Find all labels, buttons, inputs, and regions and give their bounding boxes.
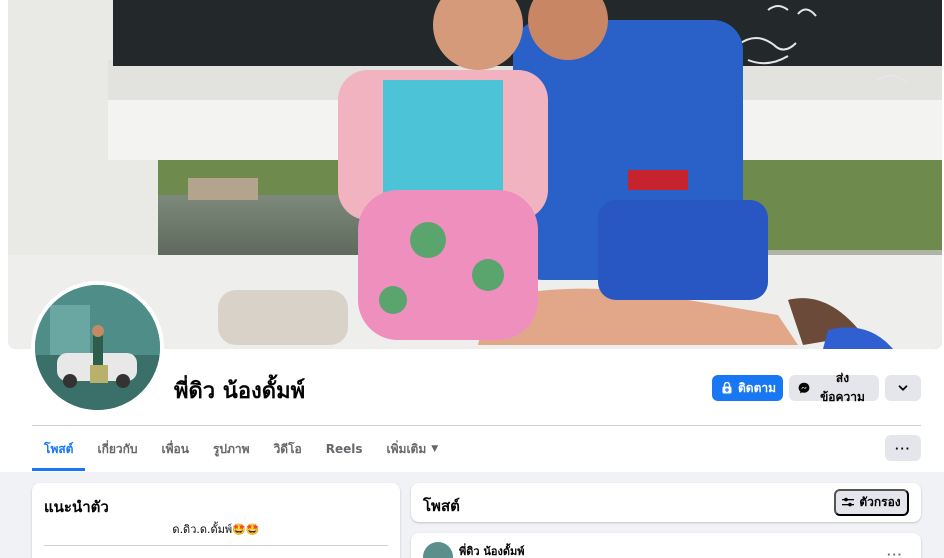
tab-videos[interactable]: วิดีโอ bbox=[262, 427, 314, 471]
follow-button[interactable]: ติดตาม bbox=[712, 375, 783, 401]
intro-divider bbox=[44, 545, 388, 546]
tab-videos-label: วิดีโอ bbox=[273, 441, 302, 456]
profile-header: พี่ดิว น้องดั้มพ์ ติดตาม ส่งข้อความ โพสต… bbox=[0, 0, 944, 472]
profile-name: พี่ดิว น้องดั้มพ์ bbox=[174, 379, 306, 404]
tabs-more-options-button[interactable]: ··· bbox=[885, 435, 921, 461]
cover-photo[interactable] bbox=[8, 0, 942, 349]
tab-posts[interactable]: โพสต์ bbox=[32, 427, 86, 471]
tab-about[interactable]: เกี่ยวกับ bbox=[85, 427, 149, 471]
profile-tabs: โพสต์ เกี่ยวกับ เพื่อน รูปภาพ วิดีโอ Ree… bbox=[32, 427, 450, 471]
tab-more[interactable]: เพิ่มเติม ▼ bbox=[375, 427, 451, 471]
intro-bio: ด.ดิว.ด.ดั้มพ์🤩🤩 bbox=[172, 523, 260, 536]
tab-about-label: เกี่ยวกับ bbox=[97, 441, 138, 456]
header-divider bbox=[32, 425, 921, 426]
profile-picture-image bbox=[35, 285, 160, 410]
filter-sliders-icon bbox=[842, 496, 855, 510]
tab-posts-label: โพสต์ bbox=[44, 441, 74, 456]
filter-button-label: ตัวกรอง bbox=[859, 495, 901, 509]
intro-card: แนะนำตัว ด.ดิว.ด.ดั้มพ์🤩🤩 bbox=[32, 483, 400, 558]
tab-reels-label: Reels bbox=[325, 442, 363, 456]
follow-button-label: ติดตาม bbox=[738, 380, 777, 395]
lock-plus-icon bbox=[721, 382, 733, 394]
cover-photo-image bbox=[8, 0, 942, 349]
post-card: พี่ดิว น้องดั้มพ์ ··· bbox=[411, 533, 921, 558]
tab-photos-label: รูปภาพ bbox=[212, 441, 250, 456]
post-author-avatar[interactable] bbox=[423, 542, 453, 558]
posts-title: โพสต์ bbox=[423, 497, 460, 515]
profile-actions: ติดตาม ส่งข้อความ bbox=[712, 371, 921, 404]
caret-down-icon: ▼ bbox=[431, 444, 439, 454]
messenger-icon bbox=[798, 382, 810, 394]
filter-button[interactable]: ตัวกรอง bbox=[834, 489, 909, 516]
tab-friends-label: เพื่อน bbox=[161, 441, 189, 456]
tab-reels[interactable]: Reels bbox=[314, 427, 375, 471]
tab-more-label: เพิ่มเติม bbox=[386, 441, 427, 456]
posts-header-card: โพสต์ ตัวกรอง bbox=[411, 483, 921, 522]
message-button-label: ส่งข้อความ bbox=[820, 371, 865, 404]
intro-title: แนะนำตัว bbox=[44, 498, 109, 516]
chevron-down-icon bbox=[897, 382, 909, 394]
message-button[interactable]: ส่งข้อความ bbox=[789, 371, 879, 404]
post-author-name[interactable]: พี่ดิว น้องดั้มพ์ bbox=[459, 542, 525, 558]
tab-friends[interactable]: เพื่อน bbox=[150, 427, 201, 471]
post-more-options-button[interactable]: ··· bbox=[887, 547, 903, 558]
profile-picture[interactable] bbox=[31, 281, 164, 414]
profile-options-button[interactable] bbox=[885, 375, 921, 401]
tab-photos[interactable]: รูปภาพ bbox=[201, 427, 262, 471]
